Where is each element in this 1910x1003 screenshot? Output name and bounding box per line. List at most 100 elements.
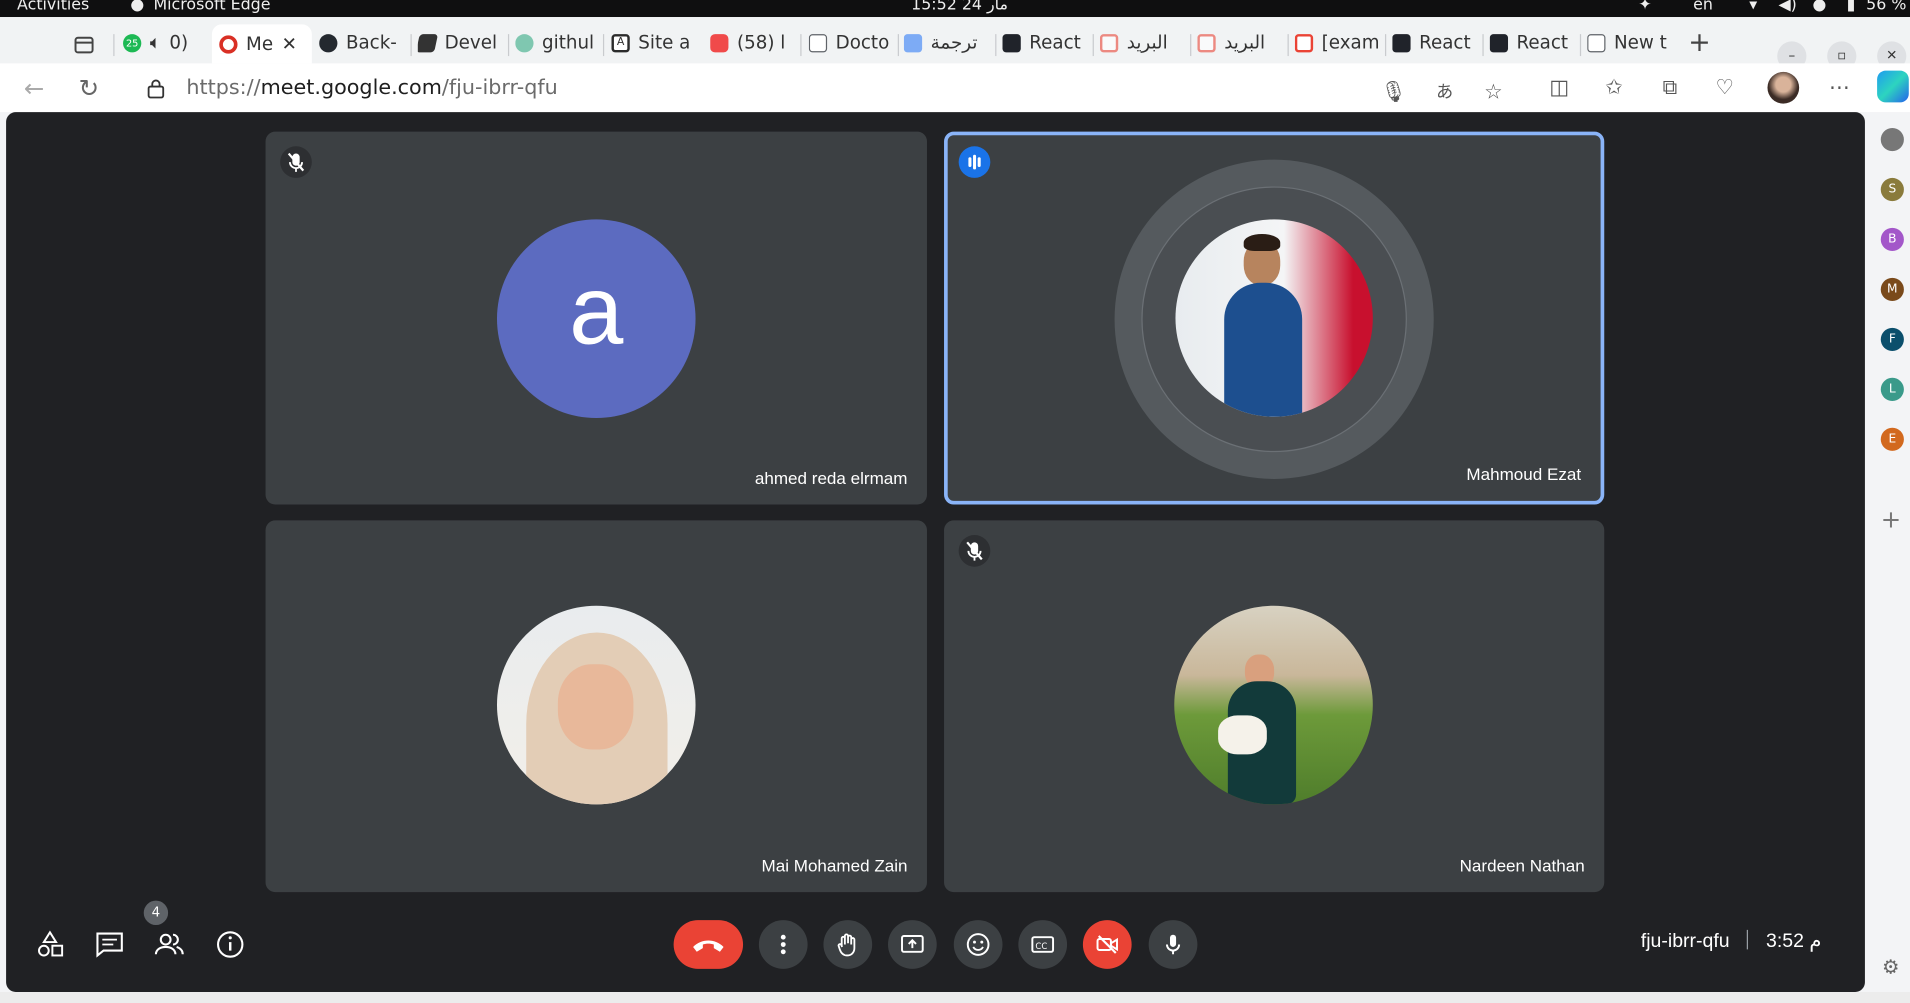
new-tab-button[interactable]: + xyxy=(1688,27,1710,59)
meeting-info-icon[interactable] xyxy=(214,929,246,961)
spotify-icon: 25 xyxy=(123,33,142,52)
tab-site[interactable]: A Site a xyxy=(611,27,696,59)
captions-button[interactable]: CC xyxy=(1018,920,1068,969)
back-arrow-icon[interactable]: ← xyxy=(19,73,48,102)
participant-tile[interactable]: a ahmed reda elrmam xyxy=(265,131,927,505)
camera-off-button[interactable] xyxy=(1082,920,1132,969)
participant-tile[interactable]: Mai Mohamed Zain xyxy=(265,520,927,893)
tab-react-1[interactable]: React xyxy=(1002,27,1091,59)
sidebar-app-dot[interactable] xyxy=(1880,127,1904,152)
present-screen-button[interactable] xyxy=(888,920,937,969)
tab-devel[interactable]: Devel xyxy=(417,27,503,59)
speaker-icon: 🔈︎ xyxy=(149,31,161,54)
participant-photo xyxy=(1174,605,1373,805)
microphone-button[interactable] xyxy=(1148,920,1198,969)
sidebar-settings-icon[interactable]: ⚙ xyxy=(1882,955,1899,978)
participant-tile-speaking[interactable]: Mahmoud Ezat xyxy=(944,131,1605,505)
favorite-star-icon[interactable]: ☆ xyxy=(1479,78,1508,107)
tab-label: React xyxy=(1419,31,1471,54)
tab-label: Site a xyxy=(638,31,691,54)
address-bar-row: ← ↻ https://meet.google.com/fju-ibrr-qfu… xyxy=(0,63,1910,113)
os-top-bar: Activities ● Microsoft Edge 15:52 24 مار… xyxy=(0,0,1910,18)
site-icon: A xyxy=(611,33,630,52)
tab-translate[interactable]: ترجمة xyxy=(903,27,992,59)
tab-react-2[interactable]: React xyxy=(1392,27,1480,59)
reactions-button[interactable] xyxy=(953,920,1003,969)
translate-page-icon[interactable]: あ xyxy=(1430,78,1459,107)
split-screen-icon[interactable]: ◫ xyxy=(1545,73,1574,102)
participant-name: Mahmoud Ezat xyxy=(1466,464,1582,484)
more-options-button[interactable] xyxy=(758,920,808,969)
participant-photo xyxy=(496,605,696,805)
avatar-initial: a xyxy=(496,219,696,419)
lock-icon[interactable] xyxy=(146,78,165,99)
collections-icon[interactable]: ⧉ xyxy=(1655,73,1684,102)
speaking-indicator-icon xyxy=(958,146,991,178)
activities-button[interactable]: Activities xyxy=(17,0,89,13)
tab-github-back[interactable]: Back- xyxy=(319,27,409,59)
react-icon xyxy=(1392,33,1411,52)
sidebar-app-s[interactable]: S xyxy=(1880,177,1904,202)
raise-hand-button[interactable] xyxy=(823,920,873,969)
input-language[interactable]: en xyxy=(1693,0,1713,13)
react-icon xyxy=(1489,33,1509,52)
microphone-icon[interactable]: ● xyxy=(1813,0,1827,13)
profile-avatar[interactable] xyxy=(1767,71,1800,104)
tab-react-3[interactable]: React xyxy=(1489,27,1578,59)
taskbar-strip xyxy=(0,992,1910,1003)
tab-strip: 25 🔈︎ 0) Me ✕ Back- Devel githul A Site … xyxy=(0,17,1910,71)
people-icon[interactable] xyxy=(153,929,185,961)
activities-shapes-icon[interactable] xyxy=(34,929,66,961)
wifi-icon[interactable]: ▾ xyxy=(1749,0,1757,13)
participant-tile[interactable]: Nardeen Nathan xyxy=(944,520,1605,893)
tab-youtube[interactable]: (58) ا xyxy=(710,27,798,59)
copilot-icon[interactable] xyxy=(1877,70,1909,103)
tab-label: البريد xyxy=(1224,31,1266,54)
close-tab-icon[interactable]: ✕ xyxy=(282,33,297,55)
browser-essentials-icon[interactable]: ♡ xyxy=(1710,73,1739,102)
tab-docto[interactable]: Docto xyxy=(808,27,897,59)
address-bar[interactable]: https://meet.google.com/fju-ibrr-qfu 🎙︎ … xyxy=(126,68,1526,108)
mic-off-icon xyxy=(280,146,312,178)
tab-gmail-2[interactable]: البريد xyxy=(1197,27,1285,59)
tab-spotify[interactable]: 25 🔈︎ 0) xyxy=(123,27,213,59)
new-tab-page-icon xyxy=(1587,33,1606,52)
sidebar-app-b[interactable]: B xyxy=(1880,227,1904,252)
tab-github[interactable]: githul xyxy=(515,27,598,59)
tab-meet-active[interactable]: Me ✕ xyxy=(211,24,312,64)
tab-actions-icon[interactable] xyxy=(73,29,95,61)
sidebar-app-f[interactable]: F xyxy=(1880,327,1904,351)
leave-call-button[interactable] xyxy=(673,920,744,969)
meeting-time: 3:52 م xyxy=(1766,931,1822,952)
sidebar-app-l[interactable]: L xyxy=(1880,377,1904,401)
sidebar-app-e[interactable]: E xyxy=(1880,427,1904,451)
react-icon xyxy=(1002,33,1021,52)
sidebar-app-m[interactable]: M xyxy=(1880,277,1904,302)
battery-icon[interactable]: ▮ xyxy=(1847,0,1856,13)
meeting-code: fju-ibrr-qfu xyxy=(1640,931,1730,952)
participant-photo xyxy=(1175,219,1373,417)
read-aloud-mic-icon[interactable]: 🎙︎ xyxy=(1379,78,1408,107)
battery-percent: 56 % xyxy=(1866,0,1907,15)
tab-label: React xyxy=(1516,31,1569,54)
accessibility-icon[interactable]: ✦ xyxy=(1638,0,1651,13)
participant-name: ahmed reda elrmam xyxy=(754,467,908,488)
gmail-icon xyxy=(1099,33,1119,52)
volume-icon[interactable]: ◀) xyxy=(1778,0,1796,13)
chat-icon[interactable] xyxy=(94,929,126,961)
add-sidebar-app-icon[interactable]: + xyxy=(1881,505,1901,534)
refresh-icon[interactable]: ↻ xyxy=(74,73,103,102)
more-options-icon[interactable]: ⋯ xyxy=(1825,73,1854,102)
edge-app-icon: ● xyxy=(130,0,145,15)
tab-label: ترجمة xyxy=(930,31,978,54)
tab-label: Devel xyxy=(444,31,498,54)
edge-sidebar: S B M F L E + ⚙ xyxy=(1869,112,1910,1003)
favorites-icon[interactable]: ✩ xyxy=(1599,73,1628,102)
book-icon xyxy=(417,33,439,52)
tab-gmail-1[interactable]: البريد xyxy=(1099,27,1188,59)
tab-new[interactable]: New t xyxy=(1587,27,1675,59)
tab-gmail-3[interactable]: [exam xyxy=(1294,27,1383,59)
clock[interactable]: 15:52 24 مار xyxy=(911,0,1008,13)
meeting-code-and-time: fju-ibrr-qfu 3:52 م xyxy=(1640,929,1822,953)
url-text[interactable]: https://meet.google.com/fju-ibrr-qfu xyxy=(186,76,557,100)
